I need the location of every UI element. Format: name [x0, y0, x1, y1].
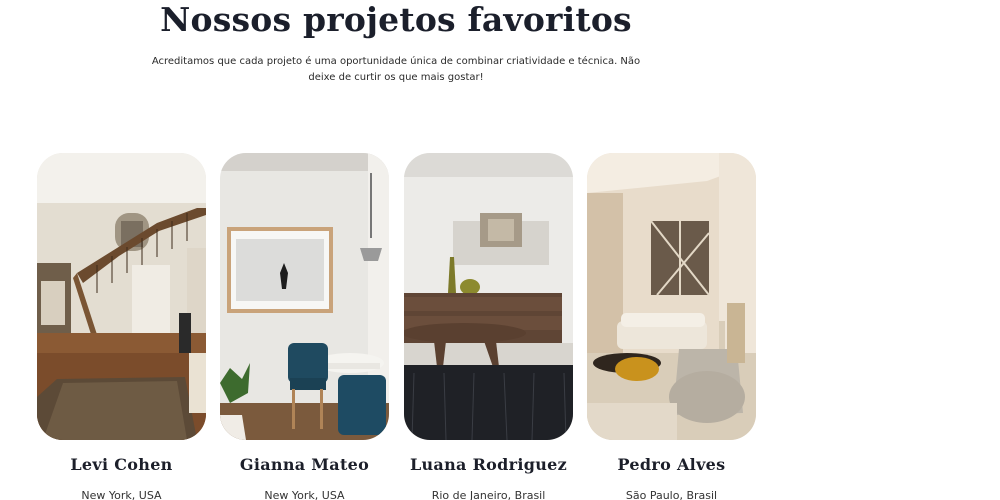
project-image-double-height[interactable]: [587, 153, 756, 440]
project-name: Levi Cohen: [70, 455, 173, 474]
project-name: Gianna Mateo: [239, 455, 370, 474]
project-location: New York, USA: [81, 489, 162, 500]
project-card-pedro-alves[interactable]: Pedro Alves São Paulo, Brasil: [587, 153, 756, 500]
project-location: São Paulo, Brasil: [625, 489, 718, 500]
project-name: Pedro Alves: [617, 455, 726, 474]
section-subtitle: Acreditamos que cada projeto é uma oport…: [151, 56, 641, 83]
project-card-gianna-mateo[interactable]: Gianna Mateo New York, USA: [220, 153, 389, 500]
project-location: New York, USA: [264, 489, 345, 500]
project-card-levi-cohen[interactable]: Levi Cohen New York, USA: [37, 153, 206, 500]
project-image-living-rug[interactable]: [404, 153, 573, 440]
project-location: Rio de Janeiro, Brasil: [431, 489, 546, 500]
project-image-staircase[interactable]: [37, 153, 206, 440]
project-card-luana-rodriguez[interactable]: Luana Rodriguez Rio de Janeiro, Brasil: [404, 153, 573, 500]
section-title: Nossos projetos favoritos: [160, 0, 632, 39]
project-name: Luana Rodriguez: [409, 455, 568, 474]
projects-gallery: Levi Cohen New York, USA Gianna Mateo Ne…: [37, 153, 757, 500]
project-image-dining[interactable]: [220, 153, 389, 440]
